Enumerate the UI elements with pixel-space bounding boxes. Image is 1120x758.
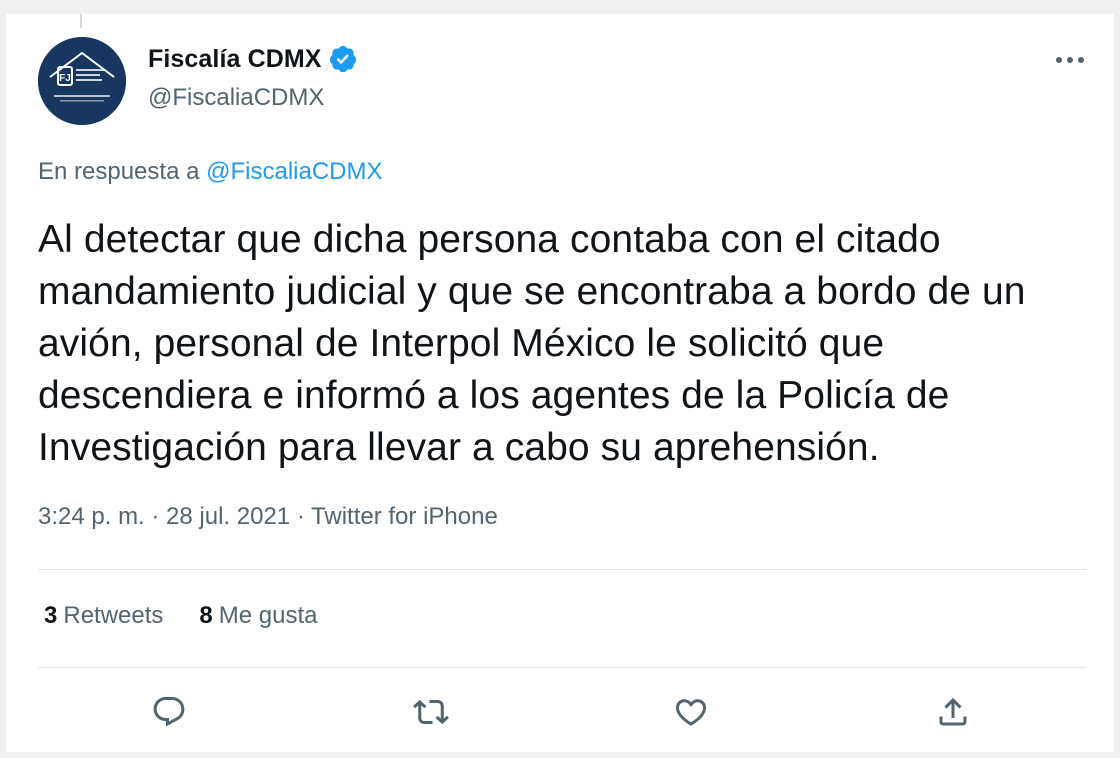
likes-stat[interactable]: 8 Me gusta <box>199 602 317 630</box>
reply-prefix: En respuesta a <box>38 158 200 185</box>
reply-button[interactable] <box>145 688 193 736</box>
reply-mention-link[interactable]: @FiscaliaCDMX <box>206 158 382 185</box>
verified-badge-icon <box>329 45 356 73</box>
reply-icon <box>153 697 185 727</box>
engagement-stats: 3 Retweets 8 Me gusta <box>44 602 317 630</box>
more-dot-icon <box>1078 57 1084 63</box>
retweet-icon <box>413 699 449 725</box>
more-options-button[interactable] <box>1050 48 1090 72</box>
retweet-button[interactable] <box>407 688 455 736</box>
share-button[interactable] <box>929 688 977 736</box>
tweet-text: Al detectar que dicha persona contaba co… <box>38 218 1026 469</box>
tweet-timestamp[interactable]: 3:24 p. m. · 28 jul. 2021 · Twitter for … <box>38 503 498 531</box>
likes-label: Me gusta <box>218 602 318 629</box>
author-row: Fiscalía CDMX <box>148 44 358 74</box>
like-button[interactable] <box>667 688 715 736</box>
likes-count: 8 <box>199 602 213 629</box>
retweets-label: Retweets <box>63 602 164 629</box>
frame-bottom <box>0 752 1120 758</box>
frame-left <box>0 0 6 758</box>
reply-context: En respuesta a @FiscaliaCDMX <box>38 158 383 186</box>
divider <box>38 569 1086 570</box>
thread-connector-line <box>80 14 82 28</box>
retweets-count: 3 <box>44 602 58 629</box>
more-dot-icon <box>1067 57 1073 63</box>
author-handle[interactable]: @FiscaliaCDMX <box>148 84 324 112</box>
retweets-stat[interactable]: 3 Retweets <box>44 602 163 630</box>
svg-text:FJ: FJ <box>59 73 71 84</box>
more-dot-icon <box>1056 57 1062 63</box>
action-bar <box>0 688 1120 738</box>
fiscalia-logo-icon: FJ <box>38 37 126 125</box>
avatar[interactable]: FJ <box>38 37 126 125</box>
frame-right <box>1114 0 1120 758</box>
frame-top <box>0 0 1120 14</box>
tweet-card: FJ Fiscalía CDMX @FiscaliaCDMX En respue… <box>0 0 1120 758</box>
divider <box>38 667 1086 668</box>
share-icon <box>939 697 967 726</box>
author-name[interactable]: Fiscalía CDMX <box>148 45 322 74</box>
like-icon <box>675 699 707 726</box>
